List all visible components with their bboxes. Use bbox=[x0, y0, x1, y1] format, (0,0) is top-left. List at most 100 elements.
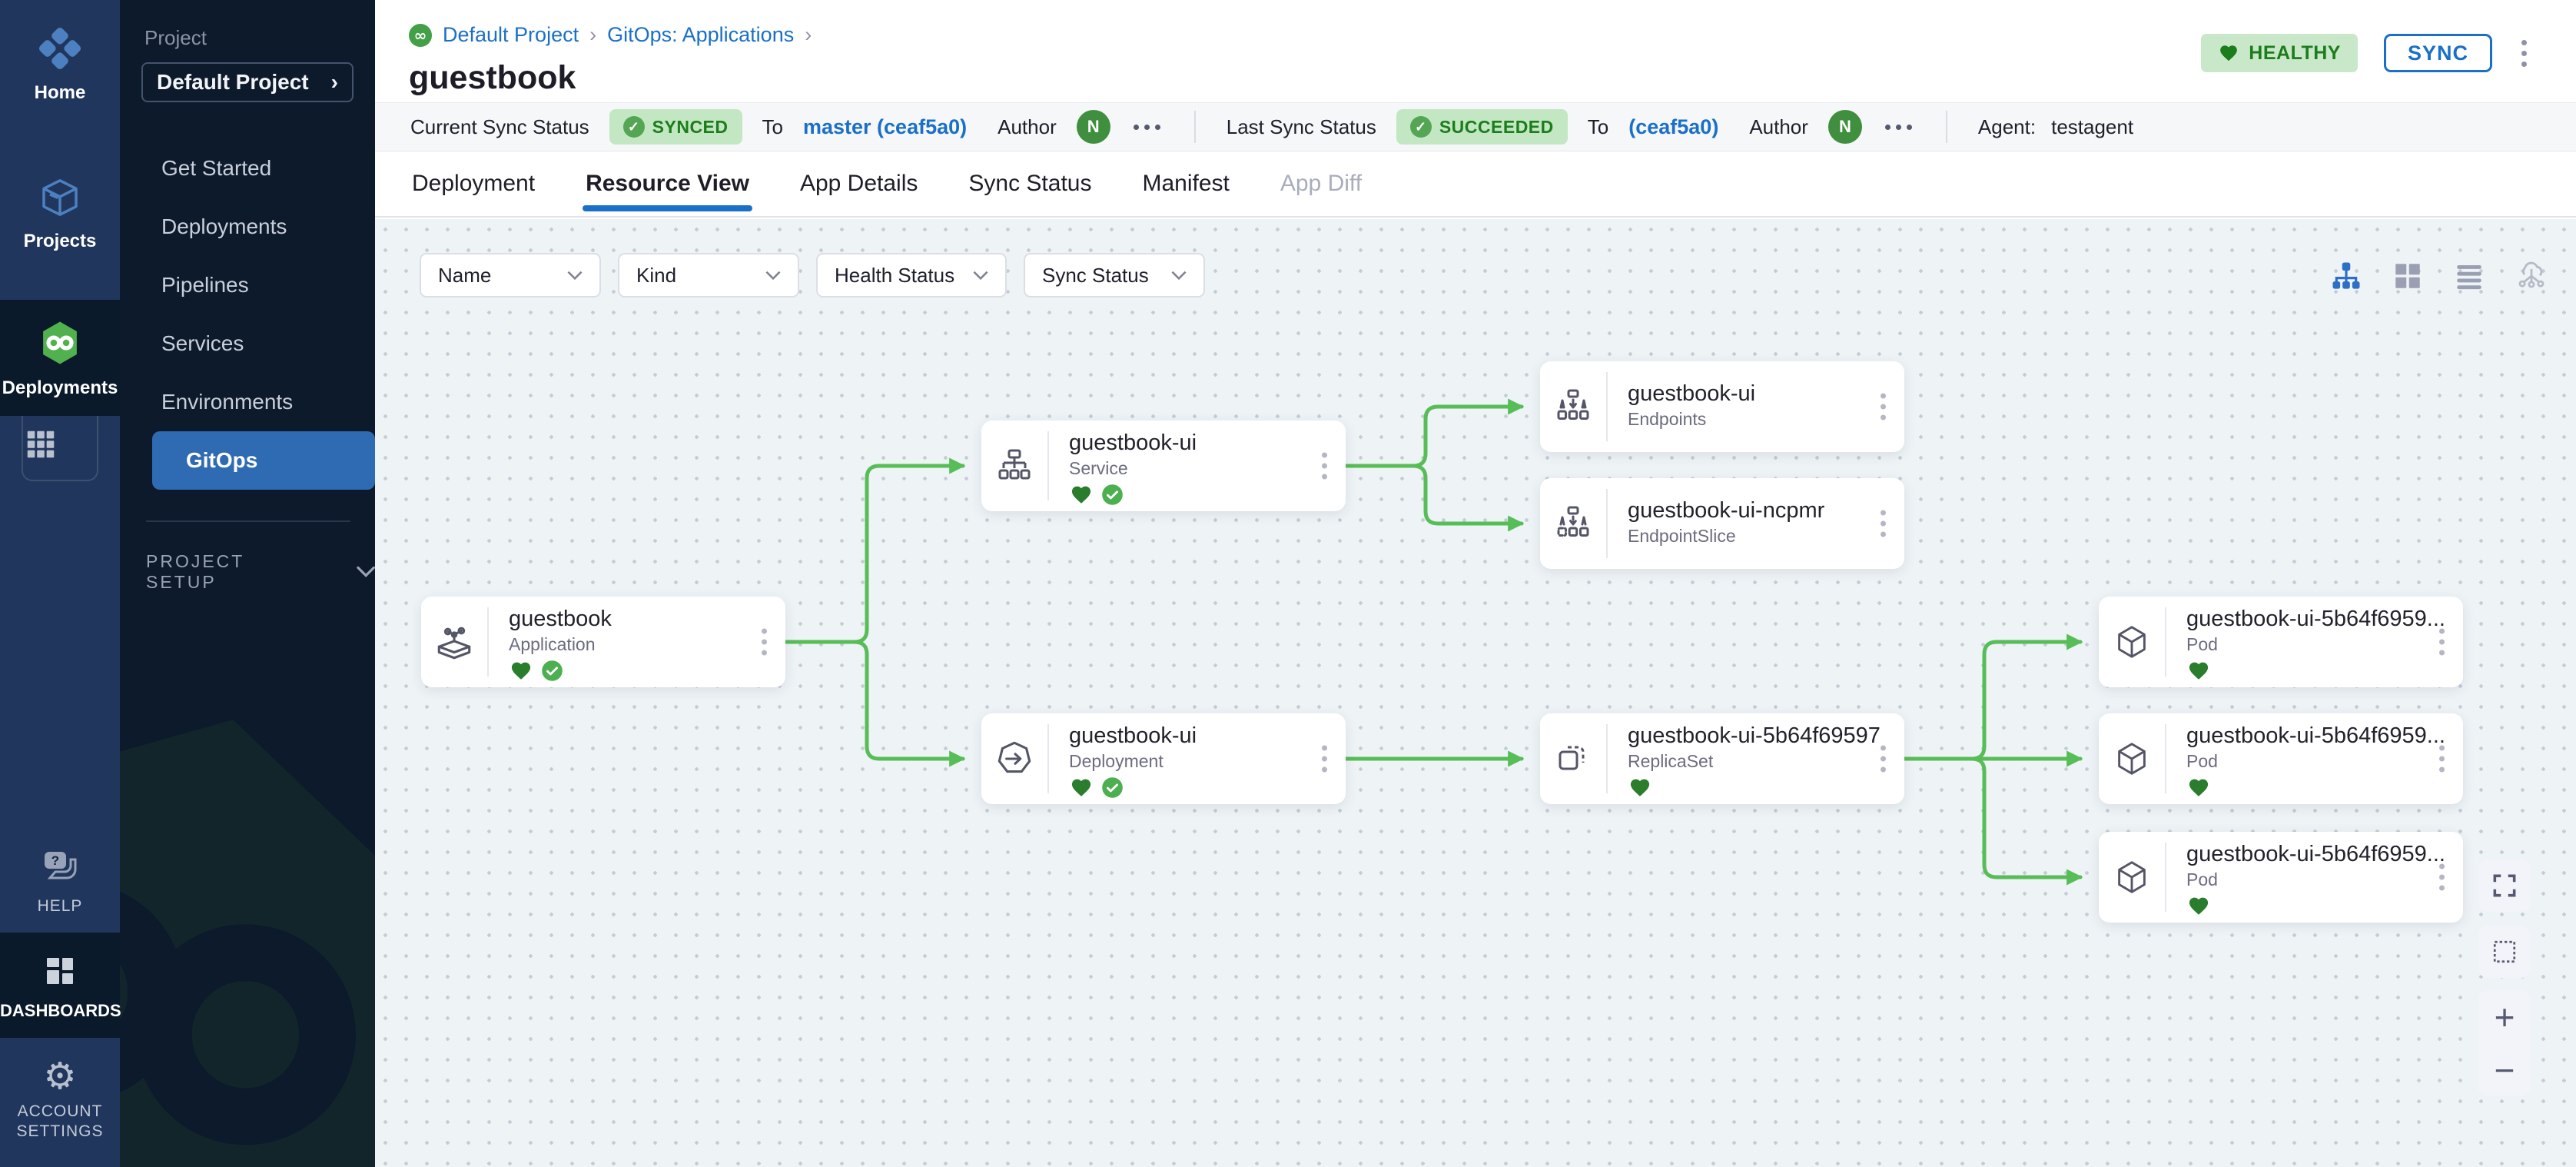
main-content: ∞ Default Project › GitOps: Applications… bbox=[375, 0, 2576, 1167]
tree-view-icon[interactable] bbox=[2330, 260, 2362, 292]
healthy-heart-icon bbox=[1069, 484, 1094, 506]
account-settings-label2: SETTINGS bbox=[0, 1122, 120, 1141]
svg-text:?: ? bbox=[51, 853, 59, 868]
nav-item-pipelines[interactable]: Pipelines bbox=[120, 256, 375, 314]
node-kind: Pod bbox=[2186, 751, 2463, 772]
zoom-out-button[interactable]: − bbox=[2495, 1052, 2515, 1088]
resource-node-endpoints[interactable]: guestbook-ui Endpoints bbox=[1540, 361, 1904, 452]
tab-manifest[interactable]: Manifest bbox=[1142, 151, 1229, 216]
app-menu-button[interactable] bbox=[2518, 37, 2530, 70]
nav-item-get-started[interactable]: Get Started bbox=[120, 139, 375, 198]
node-menu-button[interactable] bbox=[2436, 626, 2448, 659]
node-menu-button[interactable] bbox=[2436, 861, 2448, 894]
select-area-icon bbox=[2491, 938, 2518, 966]
filter-kind[interactable]: Kind bbox=[618, 253, 799, 298]
current-revision-link[interactable]: master (ceaf5a0) bbox=[803, 115, 967, 139]
node-kind: Deployment bbox=[1069, 751, 1346, 772]
node-name: guestbook-ui-5b64f6959... bbox=[2186, 723, 2463, 749]
check-circle-icon: ✓ bbox=[1410, 116, 1432, 138]
commit-more-button[interactable] bbox=[1882, 121, 1915, 133]
node-menu-button[interactable] bbox=[1319, 743, 1330, 776]
resource-graph-canvas[interactable]: Name Kind Health Status Sync Status bbox=[375, 219, 2576, 1167]
last-revision-link[interactable]: (ceaf5a0) bbox=[1628, 115, 1718, 139]
filter-health-status[interactable]: Health Status bbox=[816, 253, 1007, 298]
succeeded-badge: ✓ SUCCEEDED bbox=[1396, 109, 1568, 145]
resource-node-replicaset[interactable]: guestbook-ui-5b64f69597 ReplicaSet bbox=[1540, 713, 1904, 804]
select-area-button[interactable] bbox=[2478, 926, 2531, 978]
tab-deployment[interactable]: Deployment bbox=[412, 151, 535, 216]
resource-node-endpointslice[interactable]: guestbook-ui-ncpmr EndpointSlice bbox=[1540, 478, 1904, 569]
grid-9-icon bbox=[23, 427, 58, 462]
node-menu-button[interactable] bbox=[759, 626, 770, 659]
help-button[interactable]: ? HELP bbox=[0, 829, 120, 933]
app-tabs: Deployment Resource View App Details Syn… bbox=[375, 151, 2576, 218]
tab-sync-status[interactable]: Sync Status bbox=[968, 151, 1091, 216]
gear-icon: ⚙ bbox=[0, 1058, 120, 1095]
commit-more-button[interactable] bbox=[1130, 121, 1164, 133]
healthy-heart-icon bbox=[2186, 895, 2211, 917]
tab-resource-view[interactable]: Resource View bbox=[586, 151, 749, 216]
help-label: HELP bbox=[0, 897, 120, 916]
filter-sync-status[interactable]: Sync Status bbox=[1024, 253, 1205, 298]
resource-node-deployment[interactable]: guestbook-ui Deployment bbox=[981, 713, 1346, 804]
dashboards-button[interactable]: DASHBOARDS bbox=[0, 933, 120, 1038]
project-nav-panel: Project Default Project › Get Started De… bbox=[120, 0, 375, 1167]
pod-kind-icon bbox=[2099, 843, 2166, 912]
module-picker-button[interactable] bbox=[22, 416, 98, 481]
module-projects[interactable]: Projects bbox=[0, 156, 120, 269]
succeeded-badge-label: SUCCEEDED bbox=[1439, 117, 1554, 138]
author-avatar: N bbox=[1828, 110, 1862, 144]
gitops-logo-icon: ∞ bbox=[409, 24, 432, 47]
node-menu-button[interactable] bbox=[1877, 743, 1889, 776]
module-rail: Home Projects Deployments ? HELP DASHBOA… bbox=[0, 0, 120, 1167]
agent-label: Agent: bbox=[1978, 115, 2036, 139]
node-menu-button[interactable] bbox=[1877, 391, 1889, 424]
node-menu-button[interactable] bbox=[2436, 743, 2448, 776]
synced-badge: ✓ SYNCED bbox=[609, 109, 742, 145]
project-section-label: Project bbox=[144, 26, 375, 50]
resource-node-application[interactable]: guestbook Application bbox=[421, 597, 785, 687]
agent-value: testagent bbox=[2051, 115, 2133, 139]
account-settings-label: ACCOUNT bbox=[0, 1102, 120, 1121]
service-kind-icon bbox=[981, 431, 1049, 500]
filter-name[interactable]: Name bbox=[420, 253, 601, 298]
module-deployments[interactable]: Deployments bbox=[0, 300, 120, 416]
nav-item-gitops[interactable]: GitOps bbox=[152, 431, 375, 490]
zoom-in-button[interactable]: + bbox=[2495, 999, 2515, 1035]
healthy-heart-icon bbox=[2186, 660, 2211, 682]
chevron-down-icon bbox=[1171, 271, 1187, 280]
fullscreen-button[interactable] bbox=[2478, 859, 2531, 912]
node-name: guestbook-ui-5b64f69597 bbox=[1628, 723, 1904, 749]
account-settings-button[interactable]: ⚙ ACCOUNT SETTINGS bbox=[0, 1038, 120, 1167]
nav-item-deployments[interactable]: Deployments bbox=[120, 198, 375, 256]
author-label: Author bbox=[1749, 115, 1808, 139]
module-home[interactable]: Home bbox=[0, 6, 120, 121]
node-kind: Pod bbox=[2186, 869, 2463, 890]
resource-node-pod-3[interactable]: guestbook-ui-5b64f6959... Pod bbox=[2099, 832, 2463, 923]
projects-icon bbox=[38, 176, 81, 219]
node-name: guestbook-ui-5b64f6959... bbox=[2186, 842, 2463, 867]
project-setup-toggle[interactable]: PROJECT SETUP bbox=[146, 551, 375, 593]
healthy-heart-icon bbox=[2186, 776, 2211, 799]
grid-view-icon[interactable] bbox=[2392, 260, 2424, 292]
list-view-icon[interactable] bbox=[2453, 260, 2485, 292]
project-setup-label: PROJECT SETUP bbox=[146, 551, 310, 593]
resource-node-service[interactable]: guestbook-ui Service bbox=[981, 421, 1346, 511]
last-sync-status-label: Last Sync Status bbox=[1227, 115, 1376, 139]
sync-button[interactable]: SYNC bbox=[2384, 34, 2492, 72]
healthy-heart-icon bbox=[509, 660, 533, 682]
project-selector[interactable]: Default Project › bbox=[141, 62, 354, 102]
node-menu-button[interactable] bbox=[1319, 450, 1330, 483]
breadcrumb-project-link[interactable]: Default Project bbox=[443, 23, 579, 47]
nav-item-services[interactable]: Services bbox=[120, 314, 375, 373]
breadcrumb-applications-link[interactable]: GitOps: Applications bbox=[607, 23, 794, 47]
network-view-icon[interactable] bbox=[2515, 259, 2548, 293]
replicaset-kind-icon bbox=[1540, 724, 1608, 793]
resource-node-pod-1[interactable]: guestbook-ui-5b64f6959... Pod bbox=[2099, 597, 2463, 687]
nav-item-environments[interactable]: Environments bbox=[120, 373, 375, 431]
node-menu-button[interactable] bbox=[1877, 507, 1889, 540]
tab-app-details[interactable]: App Details bbox=[800, 151, 918, 216]
node-name: guestbook bbox=[509, 607, 785, 632]
chevron-down-icon bbox=[973, 271, 988, 280]
resource-node-pod-2[interactable]: guestbook-ui-5b64f6959... Pod bbox=[2099, 713, 2463, 804]
